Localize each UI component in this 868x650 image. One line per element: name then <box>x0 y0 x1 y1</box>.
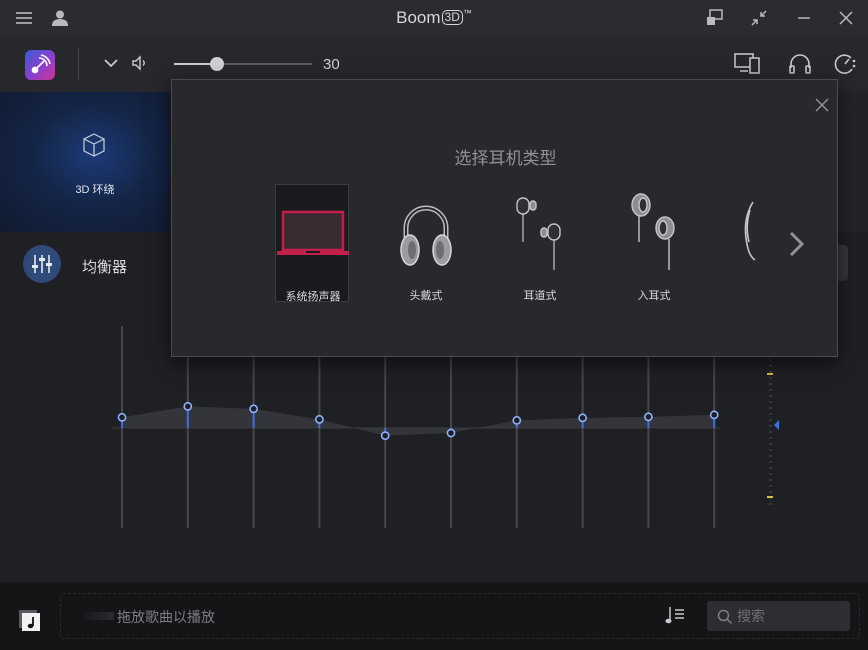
option-label: 头戴式 <box>409 290 443 302</box>
meter-marker <box>767 373 773 375</box>
search-input[interactable] <box>737 606 842 626</box>
search-icon <box>717 609 733 625</box>
laptop-icon <box>276 209 350 259</box>
volume-slider-thumb[interactable] <box>210 57 224 71</box>
surround-3d-label: 3D 环绕 <box>75 184 115 196</box>
effects-strip <box>838 92 868 232</box>
music-library-icon[interactable] <box>18 609 42 633</box>
option-partial[interactable] <box>739 200 757 266</box>
title-bar: Boom 3D ™ <box>0 0 868 36</box>
eq-band-knob[interactable] <box>314 414 324 424</box>
headphone-type-dialog: 选择耳机类型 系统扬声器 头戴式 耳道式 入耳式 <box>171 79 838 357</box>
eq-band-knob[interactable] <box>380 431 390 441</box>
drop-zone-label: 拖放歌曲以播放 <box>117 609 215 625</box>
equalizer-curve-area <box>122 406 715 436</box>
next-arrow-icon[interactable] <box>784 228 808 260</box>
close-window-icon[interactable] <box>836 8 856 28</box>
equalizer-icon[interactable] <box>23 245 61 283</box>
eq-band-knob[interactable] <box>644 412 653 422</box>
mini-player-icon[interactable] <box>705 8 725 28</box>
dialog-title: 选择耳机类型 <box>454 149 557 168</box>
minimize-icon[interactable] <box>794 8 814 28</box>
app-title: Boom 3D ™ <box>396 8 472 27</box>
effects-icon[interactable] <box>832 52 858 76</box>
eq-band-knob[interactable] <box>578 413 587 423</box>
volume-icon[interactable] <box>131 54 149 72</box>
in-canal-earbuds-icon <box>510 192 570 272</box>
eq-band-knob[interactable] <box>117 412 127 422</box>
equalizer-label: 均衡器 <box>82 259 128 276</box>
preamp-meter <box>767 359 779 505</box>
option-system-speaker[interactable]: 系统扬声器 <box>275 184 350 303</box>
in-ear-earbuds-icon <box>624 192 684 272</box>
drop-zone-fade <box>80 612 114 620</box>
playlist-icon[interactable] <box>664 604 686 626</box>
output-device-icon[interactable] <box>734 52 762 76</box>
over-ear-headphones-icon <box>396 192 456 272</box>
boom-logo-icon[interactable] <box>25 50 55 80</box>
cube-icon <box>81 132 107 158</box>
eq-band-knob[interactable] <box>183 401 193 411</box>
meter-marker <box>767 496 773 498</box>
eq-band-knob[interactable] <box>709 410 719 420</box>
option-in-canal[interactable]: 耳道式 <box>503 184 577 302</box>
equalizer-toggle[interactable] <box>838 245 848 281</box>
collapse-icon[interactable] <box>749 8 769 28</box>
chevron-down-icon[interactable] <box>102 54 120 72</box>
toolbar-separator <box>78 48 79 80</box>
option-label: 系统扬声器 <box>285 291 341 303</box>
eq-band-knob[interactable] <box>512 415 522 425</box>
eq-band-knob[interactable] <box>249 404 258 414</box>
preamp-pointer[interactable] <box>774 420 779 430</box>
volume-value: 30 <box>323 56 340 73</box>
option-label: 入耳式 <box>637 290 671 302</box>
search-box[interactable] <box>707 601 850 631</box>
dialog-close-icon[interactable] <box>813 96 831 114</box>
eq-band-knob[interactable] <box>446 428 456 438</box>
headphones-icon[interactable] <box>788 52 812 76</box>
option-label: 耳道式 <box>523 290 557 302</box>
option-over-ear[interactable]: 头戴式 <box>389 184 463 302</box>
option-in-ear[interactable]: 入耳式 <box>617 184 691 302</box>
surround-3d-tile[interactable]: 3D 环绕 <box>0 92 170 232</box>
